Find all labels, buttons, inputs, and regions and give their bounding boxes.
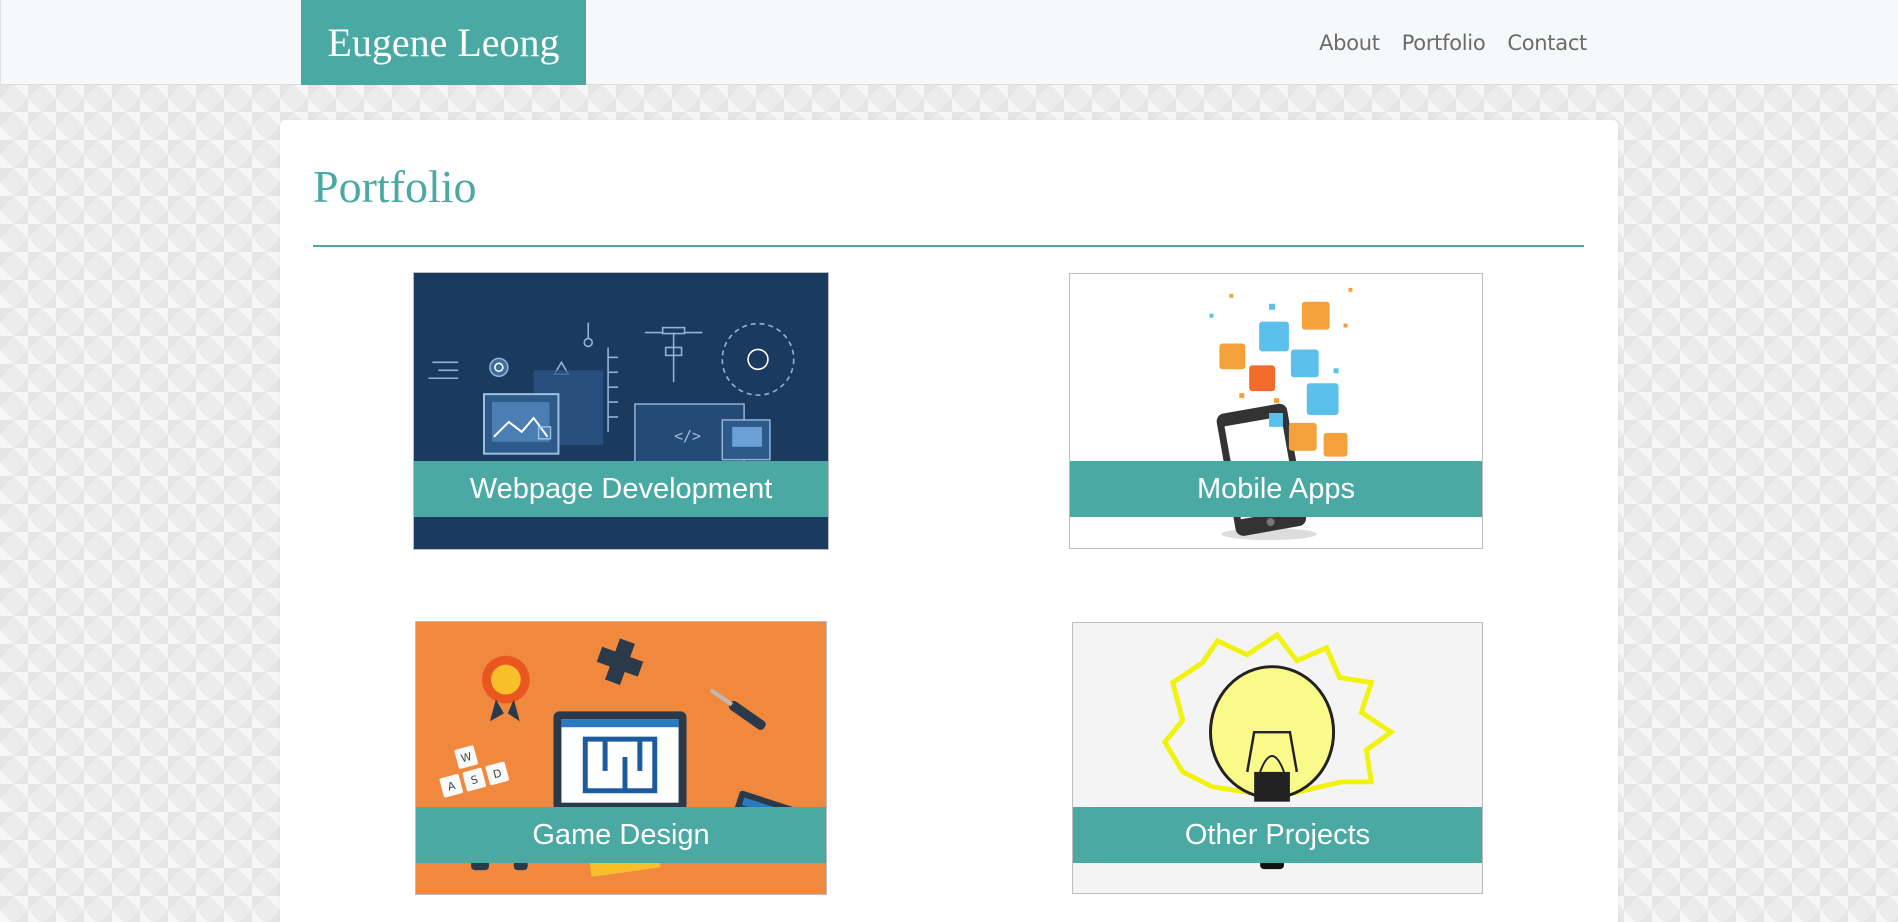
card-other-projects[interactable]: Other Projects [1072,622,1483,894]
nav-about[interactable]: About [1319,31,1380,55]
svg-text:</>: </> [674,427,701,445]
navbar: Eugene Leong About Portfolio Contact [0,0,1898,85]
card-label: Webpage Development [414,461,828,517]
nav-contact[interactable]: Contact [1507,31,1587,55]
nav-portfolio[interactable]: Portfolio [1402,31,1486,55]
title-divider [313,245,1584,247]
card-mobile-apps[interactable]: Mobile Apps [1069,273,1483,549]
content-panel: Portfolio </> Webpage Development Mobile… [280,120,1618,922]
brand-logo[interactable]: Eugene Leong [301,0,586,85]
nav-links: About Portfolio Contact [1319,0,1587,85]
card-game-design[interactable]: W A S D Game Design [415,621,827,895]
card-webpage-development[interactable]: </> Webpage Development [413,272,829,550]
card-label: Mobile Apps [1070,461,1482,517]
page-title: Portfolio [313,161,477,212]
card-label: Game Design [416,807,826,863]
card-label: Other Projects [1073,807,1482,863]
